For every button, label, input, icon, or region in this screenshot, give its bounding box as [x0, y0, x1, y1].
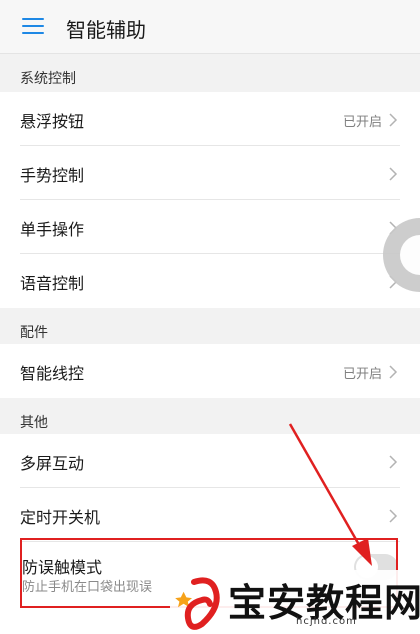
list-item-gesture-control[interactable]: 手势控制: [0, 146, 420, 200]
status-value: 已开启: [342, 367, 382, 382]
list-item-voice-control[interactable]: 语音控制: [0, 254, 420, 308]
watermark-url: hcjhd.com: [296, 616, 357, 627]
list-item-scheduled-power[interactable]: 定时开关机: [0, 488, 420, 542]
floating-ball-icon[interactable]: [376, 218, 420, 292]
section-header-other: 其他: [0, 398, 420, 436]
list-item-floating-button[interactable]: 悬浮按钮 已开启: [0, 92, 420, 146]
item-label: 悬浮按钮: [20, 112, 85, 131]
list-item-multi-screen[interactable]: 多屏互动: [0, 434, 420, 488]
section-header-accessories: 配件: [0, 308, 420, 346]
chevron-right-icon: [389, 167, 398, 181]
watermark-logo-icon: [175, 577, 220, 630]
app-header: 智能辅助: [0, 0, 420, 54]
page-title: 智能辅助: [66, 18, 146, 42]
status-value: 已开启: [342, 115, 382, 130]
item-label: 手势控制: [20, 166, 85, 185]
watermark: 宝安教程网 hcjhd.com: [170, 570, 420, 634]
hamburger-menu-icon[interactable]: [22, 18, 44, 34]
chevron-right-icon: [389, 365, 398, 379]
chevron-right-icon: [389, 509, 398, 523]
item-label: 定时开关机: [20, 508, 101, 527]
list-item-one-hand[interactable]: 单手操作: [0, 200, 420, 254]
item-label: 单手操作: [20, 220, 85, 239]
chevron-right-icon: [389, 113, 398, 127]
chevron-right-icon: [389, 455, 398, 469]
item-label: 智能线控: [20, 364, 85, 383]
section-header-system-control: 系统控制: [0, 54, 420, 92]
item-label: 多屏互动: [20, 454, 85, 473]
item-label: 语音控制: [20, 274, 85, 293]
list-item-smart-wire[interactable]: 智能线控 已开启: [0, 344, 420, 398]
